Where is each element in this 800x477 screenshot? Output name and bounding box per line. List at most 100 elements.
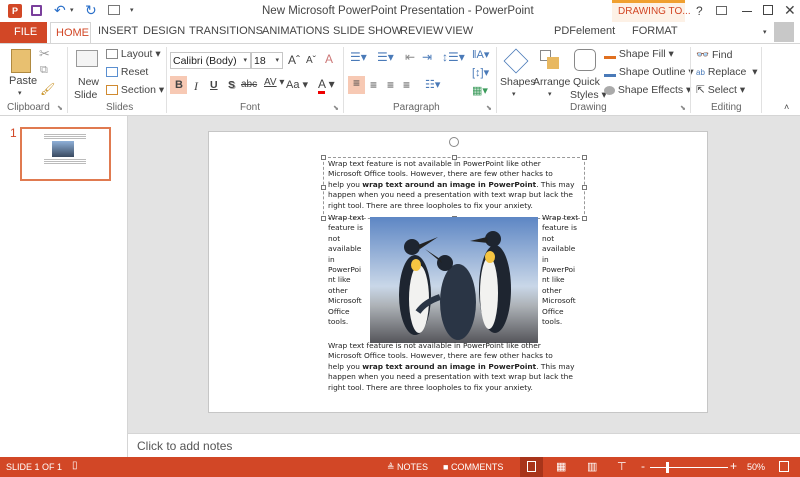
resize-handle[interactable] (582, 216, 587, 221)
change-case-button[interactable]: Aa ▾ (286, 78, 308, 91)
resize-handle[interactable] (321, 185, 326, 190)
tab-animations[interactable]: ANIMATIONS (262, 25, 330, 37)
avatar[interactable] (774, 22, 794, 42)
tab-view[interactable]: VIEW (445, 25, 473, 37)
grow-font-icon[interactable]: Aˆ (288, 53, 300, 67)
slide-thumbnail[interactable] (20, 127, 111, 181)
tab-review[interactable]: REVIEW (400, 25, 443, 37)
paste-dropdown-icon[interactable]: ▾ (18, 89, 22, 97)
shape-outline-button[interactable]: Shape Outline ▾ (604, 66, 694, 78)
redo-icon[interactable]: ↻ (85, 2, 97, 19)
clipboard-launcher-icon[interactable]: ⬊ (57, 104, 63, 112)
cut-icon[interactable]: ✂ (39, 46, 50, 62)
new-slide-icon[interactable] (76, 50, 98, 67)
align-left-button[interactable]: ≡ (348, 76, 365, 94)
section-button[interactable]: Section ▾ (106, 84, 164, 96)
strikethrough-button[interactable]: abc (241, 79, 257, 90)
numbering-icon[interactable]: ☰▾ (377, 50, 394, 64)
penguins-image[interactable] (370, 217, 538, 343)
tab-slide-show[interactable]: SLIDE SHOW (333, 25, 402, 37)
layout-button[interactable]: Layout ▾ (106, 48, 161, 60)
font-name-combobox[interactable]: Calibri (Body) ▾ (170, 52, 251, 69)
zoom-out-icon[interactable]: - (641, 459, 645, 473)
bold-button[interactable]: B (170, 76, 187, 94)
shape-fill-button[interactable]: Shape Fill ▾ (604, 48, 674, 60)
shapes-dropdown-icon[interactable]: ▾ (512, 90, 516, 98)
arrange-icon[interactable] (540, 50, 560, 70)
smartart-icon[interactable]: ▦▾ (472, 84, 488, 97)
quick-styles-button[interactable]: Quick (573, 76, 600, 88)
tab-home[interactable]: HOME (50, 22, 91, 44)
minimize-icon[interactable] (742, 11, 752, 12)
tab-format[interactable]: FORMAT (632, 25, 678, 37)
collapse-ribbon-icon[interactable]: ˄ (784, 102, 789, 112)
resize-handle[interactable] (582, 185, 587, 190)
arrange-dropdown-icon[interactable]: ▾ (548, 90, 552, 98)
quick-styles-button-line2[interactable]: Styles ▾ (570, 89, 607, 101)
resize-handle[interactable] (321, 155, 326, 160)
replace-button[interactable]: ab Replace ▾ (696, 66, 757, 78)
resize-handle[interactable] (321, 216, 326, 221)
text-direction-icon[interactable]: ‖A▾ (472, 48, 489, 61)
notes-button[interactable]: ≜ NOTES (387, 462, 428, 473)
notes-placeholder[interactable]: Click to add notes (137, 439, 232, 453)
clear-formatting-icon[interactable]: A (325, 52, 333, 66)
paste-icon[interactable] (11, 49, 31, 73)
italic-button[interactable]: I (194, 79, 198, 94)
shrink-font-icon[interactable]: Aˇ (306, 55, 316, 66)
comments-button[interactable]: ■ COMMENTS (443, 462, 503, 472)
copy-icon[interactable]: ⧉ (40, 64, 48, 77)
ribbon-display-icon[interactable] (716, 6, 727, 15)
align-text-icon[interactable]: [↕]▾ (472, 66, 489, 79)
normal-view-button[interactable] (520, 457, 543, 477)
rotate-handle-icon[interactable] (449, 137, 459, 147)
align-right-icon[interactable]: ≡ (387, 78, 394, 92)
tab-insert[interactable]: INSERT (98, 25, 138, 37)
resize-handle[interactable] (582, 155, 587, 160)
line-spacing-icon[interactable]: ↕☰▾ (442, 50, 465, 64)
zoom-level[interactable]: 50% (747, 462, 765, 472)
maximize-icon[interactable] (763, 5, 773, 15)
fit-slide-icon[interactable] (779, 461, 789, 472)
font-size-dropdown-icon[interactable]: ▾ (275, 56, 279, 64)
account-dropdown-icon[interactable]: ▾ (763, 28, 767, 36)
font-color-button[interactable]: A ▾ (318, 77, 335, 94)
font-launcher-icon[interactable]: ⬊ (333, 104, 339, 112)
zoom-in-icon[interactable]: + (730, 459, 737, 473)
align-center-icon[interactable]: ≡ (370, 78, 377, 92)
columns-icon[interactable]: ☷▾ (425, 78, 440, 91)
customize-qat-icon[interactable]: ▾ (130, 6, 134, 14)
close-icon[interactable]: ✕ (784, 2, 796, 19)
quick-styles-icon[interactable] (574, 49, 596, 71)
increase-indent-icon[interactable]: ⇥ (422, 50, 432, 64)
tab-transitions[interactable]: TRANSITIONS (189, 25, 263, 37)
zoom-slider-thumb[interactable] (666, 462, 670, 473)
shadow-button[interactable]: S (228, 79, 235, 91)
undo-dropdown-icon[interactable]: ▾ (70, 6, 74, 14)
spellcheck-icon[interactable]: ▯ (72, 460, 78, 471)
shapes-button[interactable]: Shapes (500, 76, 536, 88)
tab-design[interactable]: DESIGN (143, 25, 185, 37)
bullets-icon[interactable]: ☰▾ (350, 50, 367, 64)
help-icon[interactable]: ? (696, 4, 703, 18)
shapes-icon[interactable] (503, 48, 529, 74)
tab-pdfelement[interactable]: PDFelement (554, 25, 615, 37)
arrange-button[interactable]: Arrange (533, 76, 570, 88)
new-slide-button-line2[interactable]: Slide (74, 89, 97, 101)
reading-view-icon[interactable]: ▥ (587, 460, 597, 473)
font-size-combobox[interactable]: 18 ▾ (251, 52, 283, 69)
font-name-dropdown-icon[interactable]: ▾ (243, 56, 247, 64)
justify-icon[interactable]: ≡ (403, 78, 410, 92)
present-icon[interactable] (108, 5, 120, 15)
paste-button[interactable]: Paste (9, 75, 37, 87)
shape-effects-button[interactable]: Shape Effects ▾ (604, 84, 691, 96)
slide-show-icon[interactable]: ⊤ (617, 460, 627, 473)
decrease-indent-icon[interactable]: ⇤ (405, 50, 415, 64)
save-icon[interactable] (31, 5, 42, 16)
undo-icon[interactable]: ↶ (54, 2, 66, 19)
notes-pane[interactable]: Click to add notes (128, 433, 800, 457)
underline-button[interactable]: U (210, 79, 218, 91)
new-slide-button[interactable]: New (78, 76, 99, 88)
zoom-slider[interactable] (650, 462, 728, 473)
find-button[interactable]: 👓 Find (696, 48, 732, 61)
